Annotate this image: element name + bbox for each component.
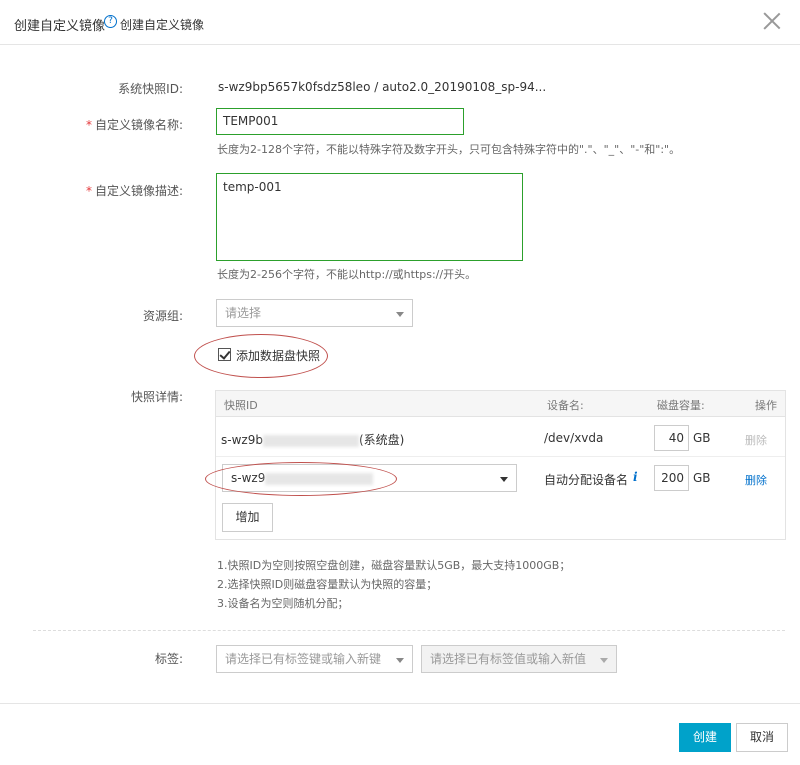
image-name-label-text: 自定义镜像名称:: [94, 118, 183, 132]
snapshot-id-cell: s-wz9b (系统盘): [221, 431, 404, 448]
snapshot-id-prefix: s-wz9b: [221, 433, 263, 447]
table-header: 快照ID 设备名: 磁盘容量: 操作: [216, 391, 785, 417]
chevron-down-icon: [500, 477, 508, 482]
device-cell: 自动分配设备名: [544, 473, 629, 487]
note-line: 1.快照ID为空则按照空盘创建，磁盘容量默认5GB，最大支持1000GB；: [217, 559, 571, 572]
col-device: 设备名:: [547, 399, 584, 412]
capacity-unit: GB: [693, 471, 711, 485]
snapshot-id-label: 系统快照ID:: [118, 82, 183, 96]
info-icon[interactable]: i: [633, 470, 638, 484]
col-action: 操作: [755, 399, 777, 412]
delete-link[interactable]: 删除: [745, 472, 767, 488]
required-mark: *: [85, 184, 92, 198]
resource-group-label: 资源组:: [142, 309, 183, 323]
dialog-title: 创建自定义镜像: [14, 19, 106, 34]
tag-value-placeholder: 请选择已有标签值或输入新值: [430, 652, 587, 666]
image-name-label: * 自定义镜像名称:: [3, 116, 183, 133]
image-desc-hint: 长度为2-256个字符，不能以http://或https://开头。: [217, 268, 477, 281]
snapshot-id-value: s-wz9bp5657k0fsdz58leo / auto2.0_2019010…: [218, 80, 547, 94]
col-capacity: 磁盘容量:: [657, 399, 705, 412]
chevron-down-icon: [396, 312, 404, 317]
image-desc-label: * 自定义镜像描述:: [3, 182, 183, 199]
help-link[interactable]: 创建自定义镜像: [120, 16, 204, 33]
redacted-id: [265, 472, 374, 485]
capacity-input[interactable]: 40: [654, 425, 689, 451]
snapshot-detail-label: 快照详情:: [130, 390, 183, 404]
resource-group-placeholder: 请选择: [225, 306, 262, 320]
tag-value-select: 请选择已有标签值或输入新值: [421, 645, 617, 673]
tag-key-select[interactable]: 请选择已有标签键或输入新键: [216, 645, 413, 673]
add-data-disk-checkbox[interactable]: [218, 348, 231, 361]
capacity-input[interactable]: 200: [654, 465, 689, 491]
close-icon[interactable]: [762, 10, 782, 32]
section-divider: [33, 630, 785, 631]
snapshot-id-suffix: (系统盘): [358, 433, 405, 447]
create-button[interactable]: 创建: [679, 723, 731, 752]
redacted-id: [262, 434, 359, 447]
note-line: 2.选择快照ID则磁盘容量默认为快照的容量；: [217, 578, 438, 591]
image-name-input[interactable]: TEMP001: [216, 108, 464, 135]
add-data-disk-label: 添加数据盘快照: [236, 349, 321, 363]
required-mark: *: [85, 118, 92, 132]
col-snapshot-id: 快照ID: [224, 399, 258, 412]
chevron-down-icon: [396, 658, 404, 663]
capacity-unit: GB: [693, 431, 711, 445]
chevron-down-icon: [600, 658, 608, 663]
add-row-button[interactable]: 增加: [222, 503, 273, 532]
image-desc-textarea[interactable]: temp-001: [216, 173, 523, 261]
note-line: 3.设备名为空则随机分配；: [217, 597, 349, 610]
tags-label: 标签:: [154, 652, 183, 666]
footer-divider: [0, 703, 800, 704]
help-icon[interactable]: ?: [104, 15, 117, 28]
resource-group-select[interactable]: 请选择: [216, 299, 413, 327]
image-desc-label-text: 自定义镜像描述:: [94, 184, 183, 198]
dialog-header: 创建自定义镜像 ? 创建自定义镜像: [0, 0, 800, 45]
cancel-button[interactable]: 取消: [736, 723, 788, 752]
snapshot-id-select[interactable]: s-wz9: [222, 464, 517, 492]
delete-link-disabled: 删除: [745, 434, 767, 447]
snapshot-id-prefix: s-wz9: [231, 471, 266, 485]
image-name-hint: 长度为2-128个字符，不能以特殊字符及数字开头，只可包含特殊字符中的"."、"…: [217, 143, 681, 156]
tag-key-placeholder: 请选择已有标签键或输入新键: [225, 652, 382, 666]
device-cell: /dev/xvda: [544, 431, 604, 445]
row-divider: [216, 456, 785, 457]
snapshot-table: 快照ID 设备名: 磁盘容量: 操作 s-wz9b (系统盘) /dev/xvda…: [215, 390, 786, 540]
